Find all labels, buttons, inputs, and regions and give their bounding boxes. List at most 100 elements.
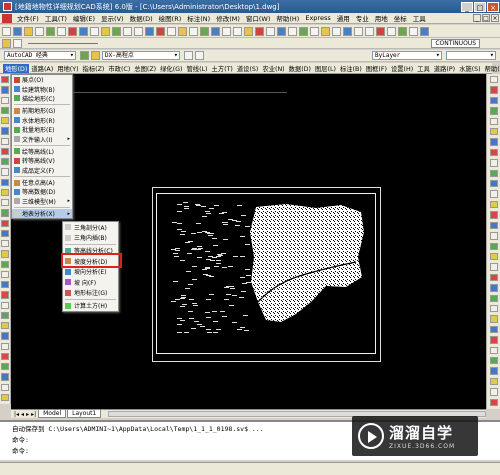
menu-item[interactable]: 编辑(E)	[70, 13, 98, 23]
toolbar-icon[interactable]	[90, 26, 99, 36]
toolbar-icon[interactable]	[145, 26, 154, 36]
submenu-item[interactable]: 三角剖分(A)	[63, 222, 118, 232]
modify-icon[interactable]	[489, 96, 498, 105]
modify-icon[interactable]	[489, 294, 498, 302]
cass-menu-item[interactable]: 土方(T)	[210, 64, 235, 73]
toolbar-icon[interactable]	[420, 26, 429, 36]
toolbar-icon[interactable]	[13, 26, 22, 36]
minimize-button[interactable]: _	[461, 1, 473, 12]
modify-icon[interactable]	[489, 200, 498, 209]
cass-menu-item[interactable]: 水施(S)	[457, 64, 483, 73]
cass-menu-item[interactable]: 总图(Z)	[132, 64, 158, 73]
modify-icon[interactable]	[489, 252, 498, 261]
tool-icon[interactable]	[1, 158, 9, 166]
linetype-select[interactable]: ByLayer	[372, 51, 442, 60]
tool-icon[interactable]	[1, 311, 9, 319]
modify-icon[interactable]	[489, 398, 498, 406]
cass-menu-item[interactable]: 农业(N)	[260, 64, 286, 73]
menu-item[interactable]: 修改(M)	[213, 13, 243, 23]
tool-icon[interactable]	[1, 281, 9, 289]
modify-icon[interactable]	[489, 221, 498, 230]
modify-icon[interactable]	[489, 117, 498, 126]
terrain-menu-item[interactable]: 水体地形(R)	[12, 116, 72, 125]
cass-menu-item[interactable]: 工具	[415, 64, 432, 73]
terrain-menu-item[interactable]: 成品定义(F)	[12, 166, 72, 175]
toolbar-icon[interactable]	[200, 26, 209, 36]
layer-button[interactable]: CONTINUOUS	[431, 38, 480, 48]
modify-icon[interactable]	[489, 180, 498, 188]
cass-menu-item[interactable]: 道路(A)	[29, 64, 55, 73]
toolbar-icon[interactable]	[68, 26, 77, 36]
cass-menu-item[interactable]: 指标(Z)	[81, 64, 107, 73]
tool-icon[interactable]	[1, 270, 9, 278]
modify-icon[interactable]	[489, 388, 498, 396]
toolbar-icon[interactable]	[24, 26, 33, 36]
tool-icon[interactable]	[1, 188, 9, 196]
modify-icon[interactable]	[489, 284, 498, 292]
tool-icon[interactable]	[1, 117, 9, 125]
modify-icon[interactable]	[489, 367, 498, 375]
toolbar-icon[interactable]	[35, 26, 44, 36]
tool-icon[interactable]	[1, 393, 9, 401]
system-menu-icon[interactable]	[2, 13, 12, 23]
toolbar-icon[interactable]	[178, 26, 187, 36]
lineweight-select[interactable]	[446, 51, 496, 60]
cass-menu-item[interactable]: 道设(S)	[235, 64, 261, 73]
toolbar-icon[interactable]	[310, 26, 319, 36]
modify-icon[interactable]	[489, 86, 498, 94]
tool-icon[interactable]	[1, 301, 9, 309]
toolbar-icon[interactable]	[365, 26, 374, 36]
cass-menu-item[interactable]: 数据(D)	[287, 64, 313, 73]
submenu-item[interactable]: 坡 向(F)	[63, 277, 118, 287]
toolbar-icon[interactable]	[343, 26, 352, 36]
toolbar-icon[interactable]	[57, 26, 66, 36]
cass-menu-item[interactable]: 道路(P)	[432, 64, 457, 73]
modify-icon[interactable]	[489, 211, 498, 219]
modify-icon[interactable]	[489, 336, 498, 344]
tab-nav-next[interactable]: ▸	[26, 411, 29, 418]
tool-icon[interactable]	[1, 250, 9, 258]
cass-menu-item[interactable]: 图框(F)	[364, 64, 389, 73]
terrain-menu-item[interactable]: 地表分析(X) ▸	[12, 209, 72, 219]
tool-icon[interactable]	[1, 322, 9, 330]
tab-nav-last[interactable]: ▸|	[31, 411, 36, 418]
toolbar-icon[interactable]	[156, 26, 165, 36]
tool-icon[interactable]	[1, 260, 9, 268]
toolbar-icon[interactable]	[134, 26, 143, 36]
cass-menu-item[interactable]: 图层(L)	[313, 64, 338, 73]
toolbar-icon[interactable]	[288, 26, 297, 36]
tool-icon[interactable]	[1, 342, 9, 350]
tool-icon[interactable]	[1, 383, 9, 391]
maximize-button[interactable]: □	[474, 1, 486, 12]
layer-state-icon[interactable]	[13, 38, 22, 48]
toolbar-icon[interactable]	[79, 26, 88, 36]
terrain-menu-item[interactable]: 等高数据(D)	[12, 187, 72, 196]
tab-nav-prev[interactable]: ◂	[21, 411, 24, 418]
bulb-icon[interactable]	[80, 51, 89, 60]
menu-item[interactable]: 坐标	[391, 13, 410, 23]
modify-icon[interactable]	[489, 304, 498, 313]
modify-icon[interactable]	[489, 315, 498, 323]
modify-icon[interactable]	[489, 159, 498, 167]
modify-icon[interactable]	[489, 356, 498, 365]
submenu-item[interactable]: 坡向分析(E)	[63, 267, 118, 277]
terrain-menu-item[interactable]: 绘等高线(L)	[12, 147, 72, 156]
tool-icon[interactable]	[1, 96, 9, 104]
cass-menu-item[interactable]: 绿化(G)	[158, 64, 184, 73]
toolbar-icon[interactable]	[332, 26, 341, 36]
menu-item[interactable]: 用地	[372, 13, 391, 23]
menu-item[interactable]: 显示(V)	[98, 13, 127, 23]
tool-icon[interactable]	[1, 106, 9, 114]
modify-icon[interactable]	[489, 138, 498, 146]
toolbar-icon[interactable]	[233, 26, 242, 36]
terrain-menu-item[interactable]: 任意点高(A)	[12, 178, 72, 187]
toolbar-icon[interactable]	[376, 26, 385, 36]
terrain-menu-item[interactable]: 转等高线(V)	[12, 156, 72, 165]
submenu-item[interactable]: 三角内插(B)	[63, 232, 118, 242]
tab-nav-first[interactable]: |◂	[14, 411, 19, 418]
menu-item[interactable]: 工具	[410, 13, 429, 23]
modify-icon[interactable]	[489, 377, 498, 386]
layer-prev-icon[interactable]	[184, 51, 193, 60]
menu-item[interactable]: 窗口(W)	[243, 13, 274, 23]
tool-icon[interactable]	[1, 127, 9, 135]
